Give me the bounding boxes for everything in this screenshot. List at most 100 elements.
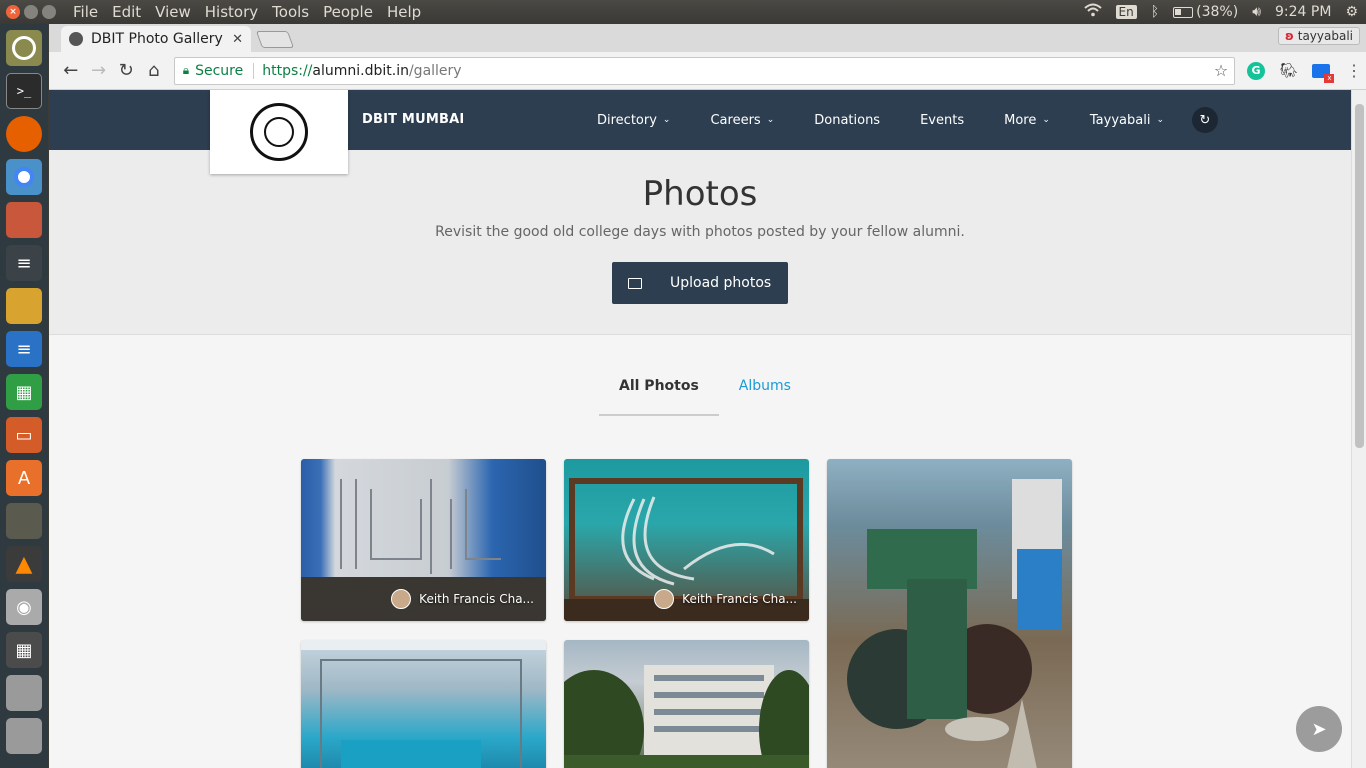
- drive-icon[interactable]: [6, 675, 42, 711]
- nav-label: Events: [920, 112, 965, 128]
- tab-title: DBIT Photo Gallery: [91, 31, 223, 47]
- chrome-menu-icon[interactable]: ⋮: [1342, 59, 1366, 83]
- evernote-extension-icon[interactable]: 🐘︎: [1277, 59, 1301, 83]
- firefox-icon[interactable]: [6, 116, 42, 152]
- menu-file[interactable]: File: [66, 3, 105, 21]
- dbit-favicon-icon: [69, 32, 83, 46]
- workspace-switcher-icon[interactable]: ▦: [6, 632, 42, 668]
- new-tab-button[interactable]: [255, 31, 295, 48]
- forward-button[interactable]: →: [85, 57, 113, 85]
- nav-directory[interactable]: Directory ⌄: [597, 113, 670, 128]
- url-scheme: https://: [262, 62, 313, 79]
- extension-icon[interactable]: x: [1310, 59, 1335, 83]
- tab-albums[interactable]: Albums: [719, 378, 811, 416]
- nav-label: Directory: [597, 112, 657, 128]
- terminal-icon[interactable]: >_: [6, 73, 42, 109]
- nav-donations[interactable]: Donations: [814, 113, 880, 128]
- bookmark-star-icon[interactable]: ☆: [1214, 61, 1228, 80]
- page-scrollbar[interactable]: [1351, 90, 1366, 768]
- back-button[interactable]: ←: [57, 57, 85, 85]
- clock[interactable]: 9:24 PM: [1275, 4, 1331, 20]
- photo-card-1[interactable]: Keith Francis Cha...: [301, 459, 546, 621]
- grammarly-extension-icon[interactable]: G: [1244, 59, 1268, 83]
- chrome-icon[interactable]: [6, 159, 42, 195]
- tab-close-icon[interactable]: ✕: [232, 32, 243, 47]
- upload-photos-button[interactable]: Upload photos: [612, 262, 788, 304]
- libreoffice-impress-icon[interactable]: ▭: [6, 417, 42, 453]
- menu-people[interactable]: People: [316, 3, 380, 21]
- upload-photos-label: Upload photos: [670, 275, 772, 291]
- secure-label: Secure: [195, 62, 244, 79]
- menu-edit[interactable]: Edit: [105, 3, 148, 21]
- nav-label: Tayyabali: [1089, 112, 1151, 128]
- menu-view[interactable]: View: [148, 3, 198, 21]
- tab-all-photos[interactable]: All Photos: [599, 378, 719, 416]
- nav-label: More: [1004, 112, 1037, 128]
- page-hero: Photos Revisit the good old college days…: [49, 150, 1351, 335]
- profile-button[interactable]: ʚ tayyabali: [1277, 27, 1360, 45]
- lock-icon: 🔒︎: [182, 63, 190, 77]
- home-button[interactable]: ⌂: [140, 57, 168, 85]
- photo-card-3[interactable]: [827, 459, 1072, 768]
- author-name: Keith Francis Cha...: [419, 592, 534, 606]
- site-nav-links: Directory ⌄ Careers ⌄ Donations Events Mor…: [597, 90, 1218, 150]
- chevron-down-icon: ⌄: [766, 115, 775, 125]
- nav-label: Careers: [710, 112, 761, 128]
- system-indicators: En ᛒ (38%) 🔊︎ 9:24 PM ⚙: [1083, 0, 1358, 24]
- dbit-seal-logo: [250, 103, 308, 161]
- nav-more[interactable]: More ⌄: [1004, 113, 1050, 128]
- files-icon[interactable]: [6, 202, 42, 238]
- photo-image: [847, 479, 1062, 768]
- photo-card-4[interactable]: [301, 640, 546, 768]
- menu-tools[interactable]: Tools: [265, 3, 316, 21]
- photo-card-5[interactable]: [564, 640, 809, 768]
- keyboard-language-indicator[interactable]: En: [1115, 5, 1137, 19]
- window-maximize-button[interactable]: [42, 5, 56, 19]
- scrollbar-thumb[interactable]: [1355, 104, 1364, 448]
- window-controls: ×: [0, 5, 66, 19]
- gallery-tabs: All Photos Albums: [599, 378, 811, 416]
- unity-launcher: >_ ≡ ≡ ▦ ▭ A ▲ ◉ ▦: [0, 24, 48, 768]
- app-icon[interactable]: [6, 288, 42, 324]
- gimp-icon[interactable]: [6, 503, 42, 539]
- site-brand[interactable]: DBIT MUMBAI: [362, 112, 464, 127]
- reload-button[interactable]: ↻: [112, 57, 140, 85]
- battery-percent: (38%): [1196, 4, 1239, 20]
- libreoffice-writer-icon[interactable]: ≡: [6, 331, 42, 367]
- send-message-button[interactable]: ➤: [1296, 706, 1342, 752]
- vlc-icon[interactable]: ▲: [6, 546, 42, 582]
- avatar: [391, 589, 412, 609]
- libreoffice-calc-icon[interactable]: ▦: [6, 374, 42, 410]
- photo-author[interactable]: Keith Francis Cha...: [654, 589, 797, 609]
- bluetooth-icon[interactable]: ᛒ: [1151, 4, 1159, 20]
- nav-careers[interactable]: Careers ⌄: [710, 113, 774, 128]
- settings-gear-icon[interactable]: ⚙: [1345, 4, 1358, 20]
- nav-user-menu[interactable]: Tayyabali ⌄: [1090, 113, 1164, 128]
- window-close-button[interactable]: ×: [6, 5, 20, 19]
- browser-tab[interactable]: DBIT Photo Gallery ✕: [61, 26, 251, 52]
- software-center-icon[interactable]: A: [6, 460, 42, 496]
- drive-icon-2[interactable]: [6, 718, 42, 754]
- system-monitor-icon[interactable]: ≡: [6, 245, 42, 281]
- site-logo[interactable]: [210, 90, 348, 174]
- photo-card-2[interactable]: Keith Francis Cha...: [564, 459, 809, 621]
- photo-author[interactable]: Keith Francis Cha...: [391, 589, 534, 609]
- volume-icon[interactable]: 🔊︎: [1252, 4, 1261, 20]
- ubuntu-dash-icon[interactable]: [6, 30, 42, 66]
- chevron-down-icon: ⌄: [1042, 115, 1050, 125]
- image-icon: [628, 277, 642, 289]
- avatar: [654, 589, 675, 609]
- wifi-icon[interactable]: [1083, 3, 1102, 21]
- menu-history[interactable]: History: [198, 3, 265, 21]
- camera-icon[interactable]: ◉: [6, 589, 42, 625]
- battery-indicator[interactable]: (38%): [1173, 4, 1238, 20]
- author-name: Keith Francis Cha...: [682, 592, 797, 606]
- photo-image: [564, 665, 809, 768]
- window-minimize-button[interactable]: [24, 5, 38, 19]
- page-subtitle: Revisit the good old college days with p…: [435, 224, 965, 240]
- menu-help[interactable]: Help: [380, 3, 428, 21]
- nav-events[interactable]: Events: [920, 113, 964, 128]
- address-bar[interactable]: 🔒︎ Secure https://alumni.dbit.in/gallery…: [173, 56, 1236, 85]
- photo-image: [301, 640, 546, 768]
- refresh-icon[interactable]: ↻: [1192, 107, 1218, 133]
